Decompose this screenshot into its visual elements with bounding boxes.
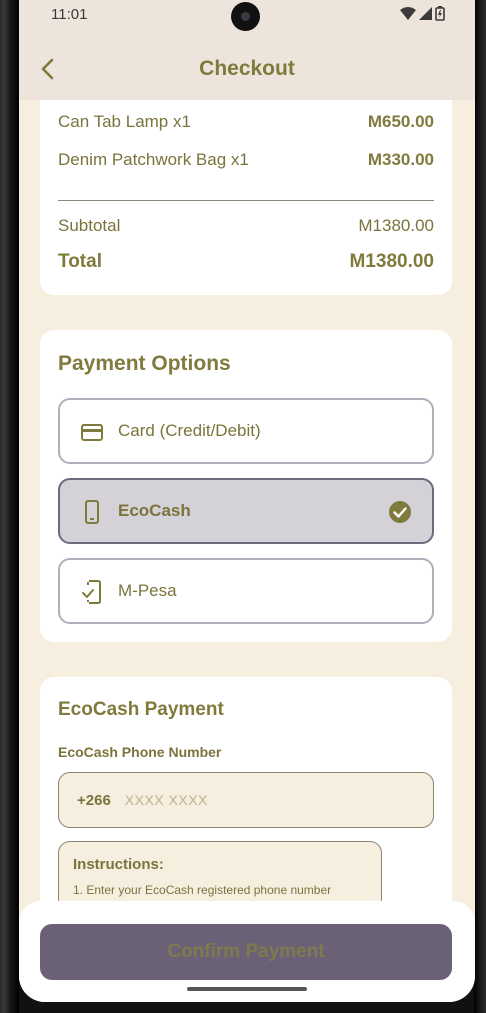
- summary-item-row: Denim Patchwork Bag x1 M330.00: [58, 150, 434, 170]
- wifi-icon: [400, 6, 416, 20]
- payment-option-label: Card (Credit/Debit): [118, 421, 261, 440]
- item-price: M650.00: [367, 112, 434, 131]
- subtotal-value: M1380.00: [358, 216, 434, 235]
- phone-number-label: EcoCash Phone Number: [58, 744, 222, 760]
- subtotal-label: Subtotal: [58, 216, 121, 235]
- bottom-action-bar: Confirm Payment: [19, 901, 475, 1002]
- phone-frame: 11:01 Checkout Can Tab Lamp x1 M650.00 D…: [0, 0, 486, 1013]
- instructions-title: Instructions:: [73, 856, 164, 873]
- status-bar: 11:01: [19, 0, 475, 40]
- status-time: 11:01: [51, 6, 88, 23]
- total-label: Total: [58, 251, 102, 272]
- checkout-content[interactable]: Can Tab Lamp x1 M650.00 Denim Patchwork …: [19, 100, 475, 1002]
- total-row: Total M1380.00: [58, 251, 434, 273]
- screen: 11:01 Checkout Can Tab Lamp x1 M650.00 D…: [19, 0, 475, 1002]
- payment-option-card[interactable]: Card (Credit/Debit): [58, 398, 434, 464]
- payment-option-ecocash[interactable]: EcoCash: [58, 478, 434, 544]
- item-name: Denim Patchwork Bag x1: [58, 150, 249, 169]
- home-indicator[interactable]: [187, 987, 307, 991]
- status-icons: [400, 6, 445, 21]
- subtotal-row: Subtotal M1380.00: [58, 216, 434, 236]
- payment-option-label: EcoCash: [118, 501, 191, 520]
- signal-icon: [419, 7, 432, 20]
- confirm-payment-button[interactable]: Confirm Payment: [40, 924, 452, 980]
- phone-number-input[interactable]: [124, 792, 375, 808]
- battery-icon: [435, 6, 445, 21]
- summary-divider: [58, 200, 434, 201]
- item-price: M330.00: [367, 150, 434, 169]
- payment-option-mpesa[interactable]: M-Pesa: [58, 558, 434, 624]
- instructions-line: 1. Enter your EcoCash registered phone n…: [73, 883, 332, 897]
- order-summary-card: Can Tab Lamp x1 M650.00 Denim Patchwork …: [40, 100, 452, 295]
- mobile-check-icon: [82, 580, 101, 604]
- summary-item-row: Can Tab Lamp x1 M650.00: [58, 112, 434, 132]
- payment-options-title: Payment Options: [58, 352, 231, 375]
- page-title: Checkout: [199, 57, 295, 80]
- phone-bezel-left: [0, 0, 19, 1013]
- payment-option-label: M-Pesa: [118, 581, 177, 600]
- front-camera: [231, 2, 260, 31]
- country-code-prefix: +266: [77, 791, 111, 809]
- item-name: Can Tab Lamp x1: [58, 112, 191, 131]
- phone-number-field[interactable]: +266: [58, 772, 434, 828]
- app-bar: Checkout: [19, 40, 475, 100]
- check-circle-icon: [389, 501, 411, 523]
- phone-bezel-right: [474, 0, 486, 1013]
- payment-options-card: Payment Options Card (Credit/Debit) EcoC…: [40, 330, 452, 642]
- smartphone-icon: [85, 500, 99, 524]
- total-value: M1380.00: [349, 251, 434, 272]
- ecocash-title: EcoCash Payment: [58, 699, 224, 720]
- credit-card-icon: [81, 424, 103, 441]
